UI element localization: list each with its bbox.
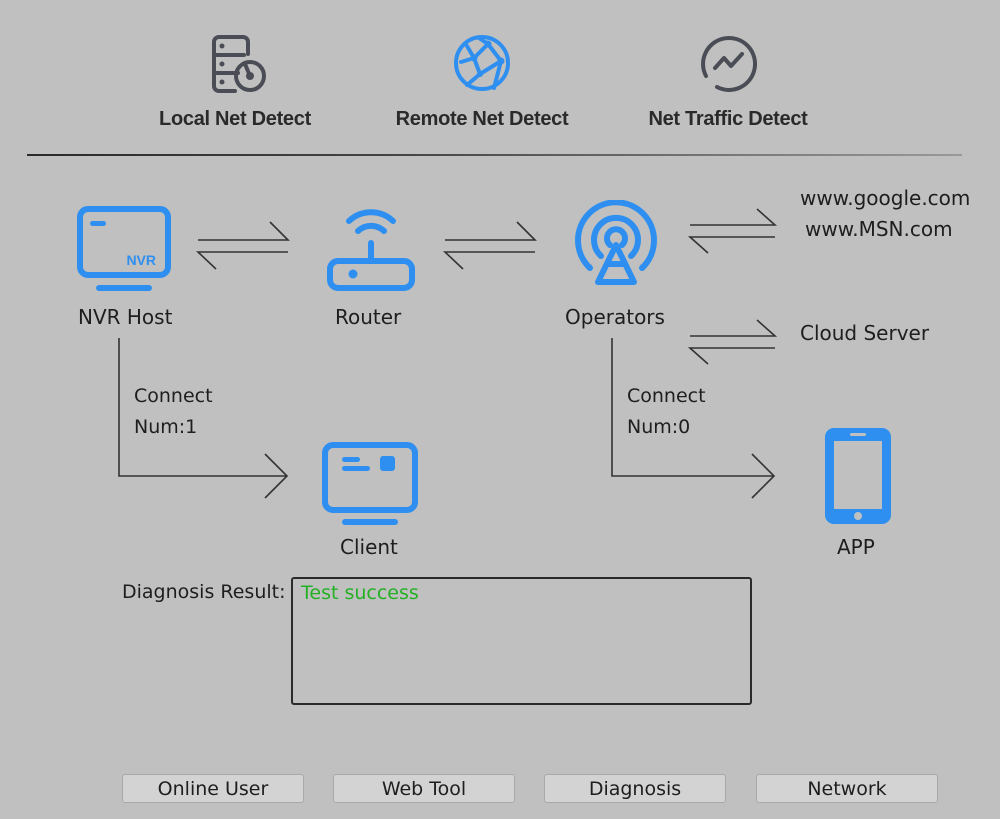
connect-label: Connect <box>134 385 213 407</box>
router-icon <box>327 209 415 291</box>
bidirectional-arrow-operators-web <box>687 208 778 254</box>
operators-label: Operators <box>565 305 665 329</box>
client-monitor-icon <box>322 442 418 525</box>
router-label: Router <box>335 305 402 329</box>
nvr-host-label: NVR Host <box>78 305 173 329</box>
client-connect-num: Connect Num:1 <box>134 381 213 443</box>
operators-antenna-icon <box>575 200 657 285</box>
app-label: APP <box>837 535 875 559</box>
web-tool-button[interactable]: Web Tool <box>333 774 515 803</box>
bidirectional-arrow-router-operators <box>442 221 537 270</box>
client-label: Client <box>340 535 398 559</box>
destination-google: www.google.com <box>800 186 971 210</box>
online-user-button[interactable]: Online User <box>122 774 304 803</box>
cloud-server-label: Cloud Server <box>800 321 930 345</box>
app-phone-icon <box>825 428 891 524</box>
connect-count: Num:0 <box>627 416 691 438</box>
diagnosis-result-text: Test success <box>301 582 419 604</box>
network-button[interactable]: Network <box>756 774 938 803</box>
diagnosis-button[interactable]: Diagnosis <box>544 774 726 803</box>
bidirectional-arrow-operators-cloud <box>687 319 778 365</box>
nvr-badge: NVR <box>126 252 156 268</box>
destination-msn: www.MSN.com <box>805 217 953 241</box>
bidirectional-arrow-nvr-router <box>195 221 290 270</box>
nvr-host-icon: NVR <box>77 206 171 291</box>
app-connect-num: Connect Num:0 <box>627 381 706 443</box>
diagnosis-result-box: Test success <box>291 577 752 705</box>
diagnosis-result-label: Diagnosis Result: <box>122 581 286 603</box>
connect-label: Connect <box>627 385 706 407</box>
connect-count: Num:1 <box>134 416 198 438</box>
